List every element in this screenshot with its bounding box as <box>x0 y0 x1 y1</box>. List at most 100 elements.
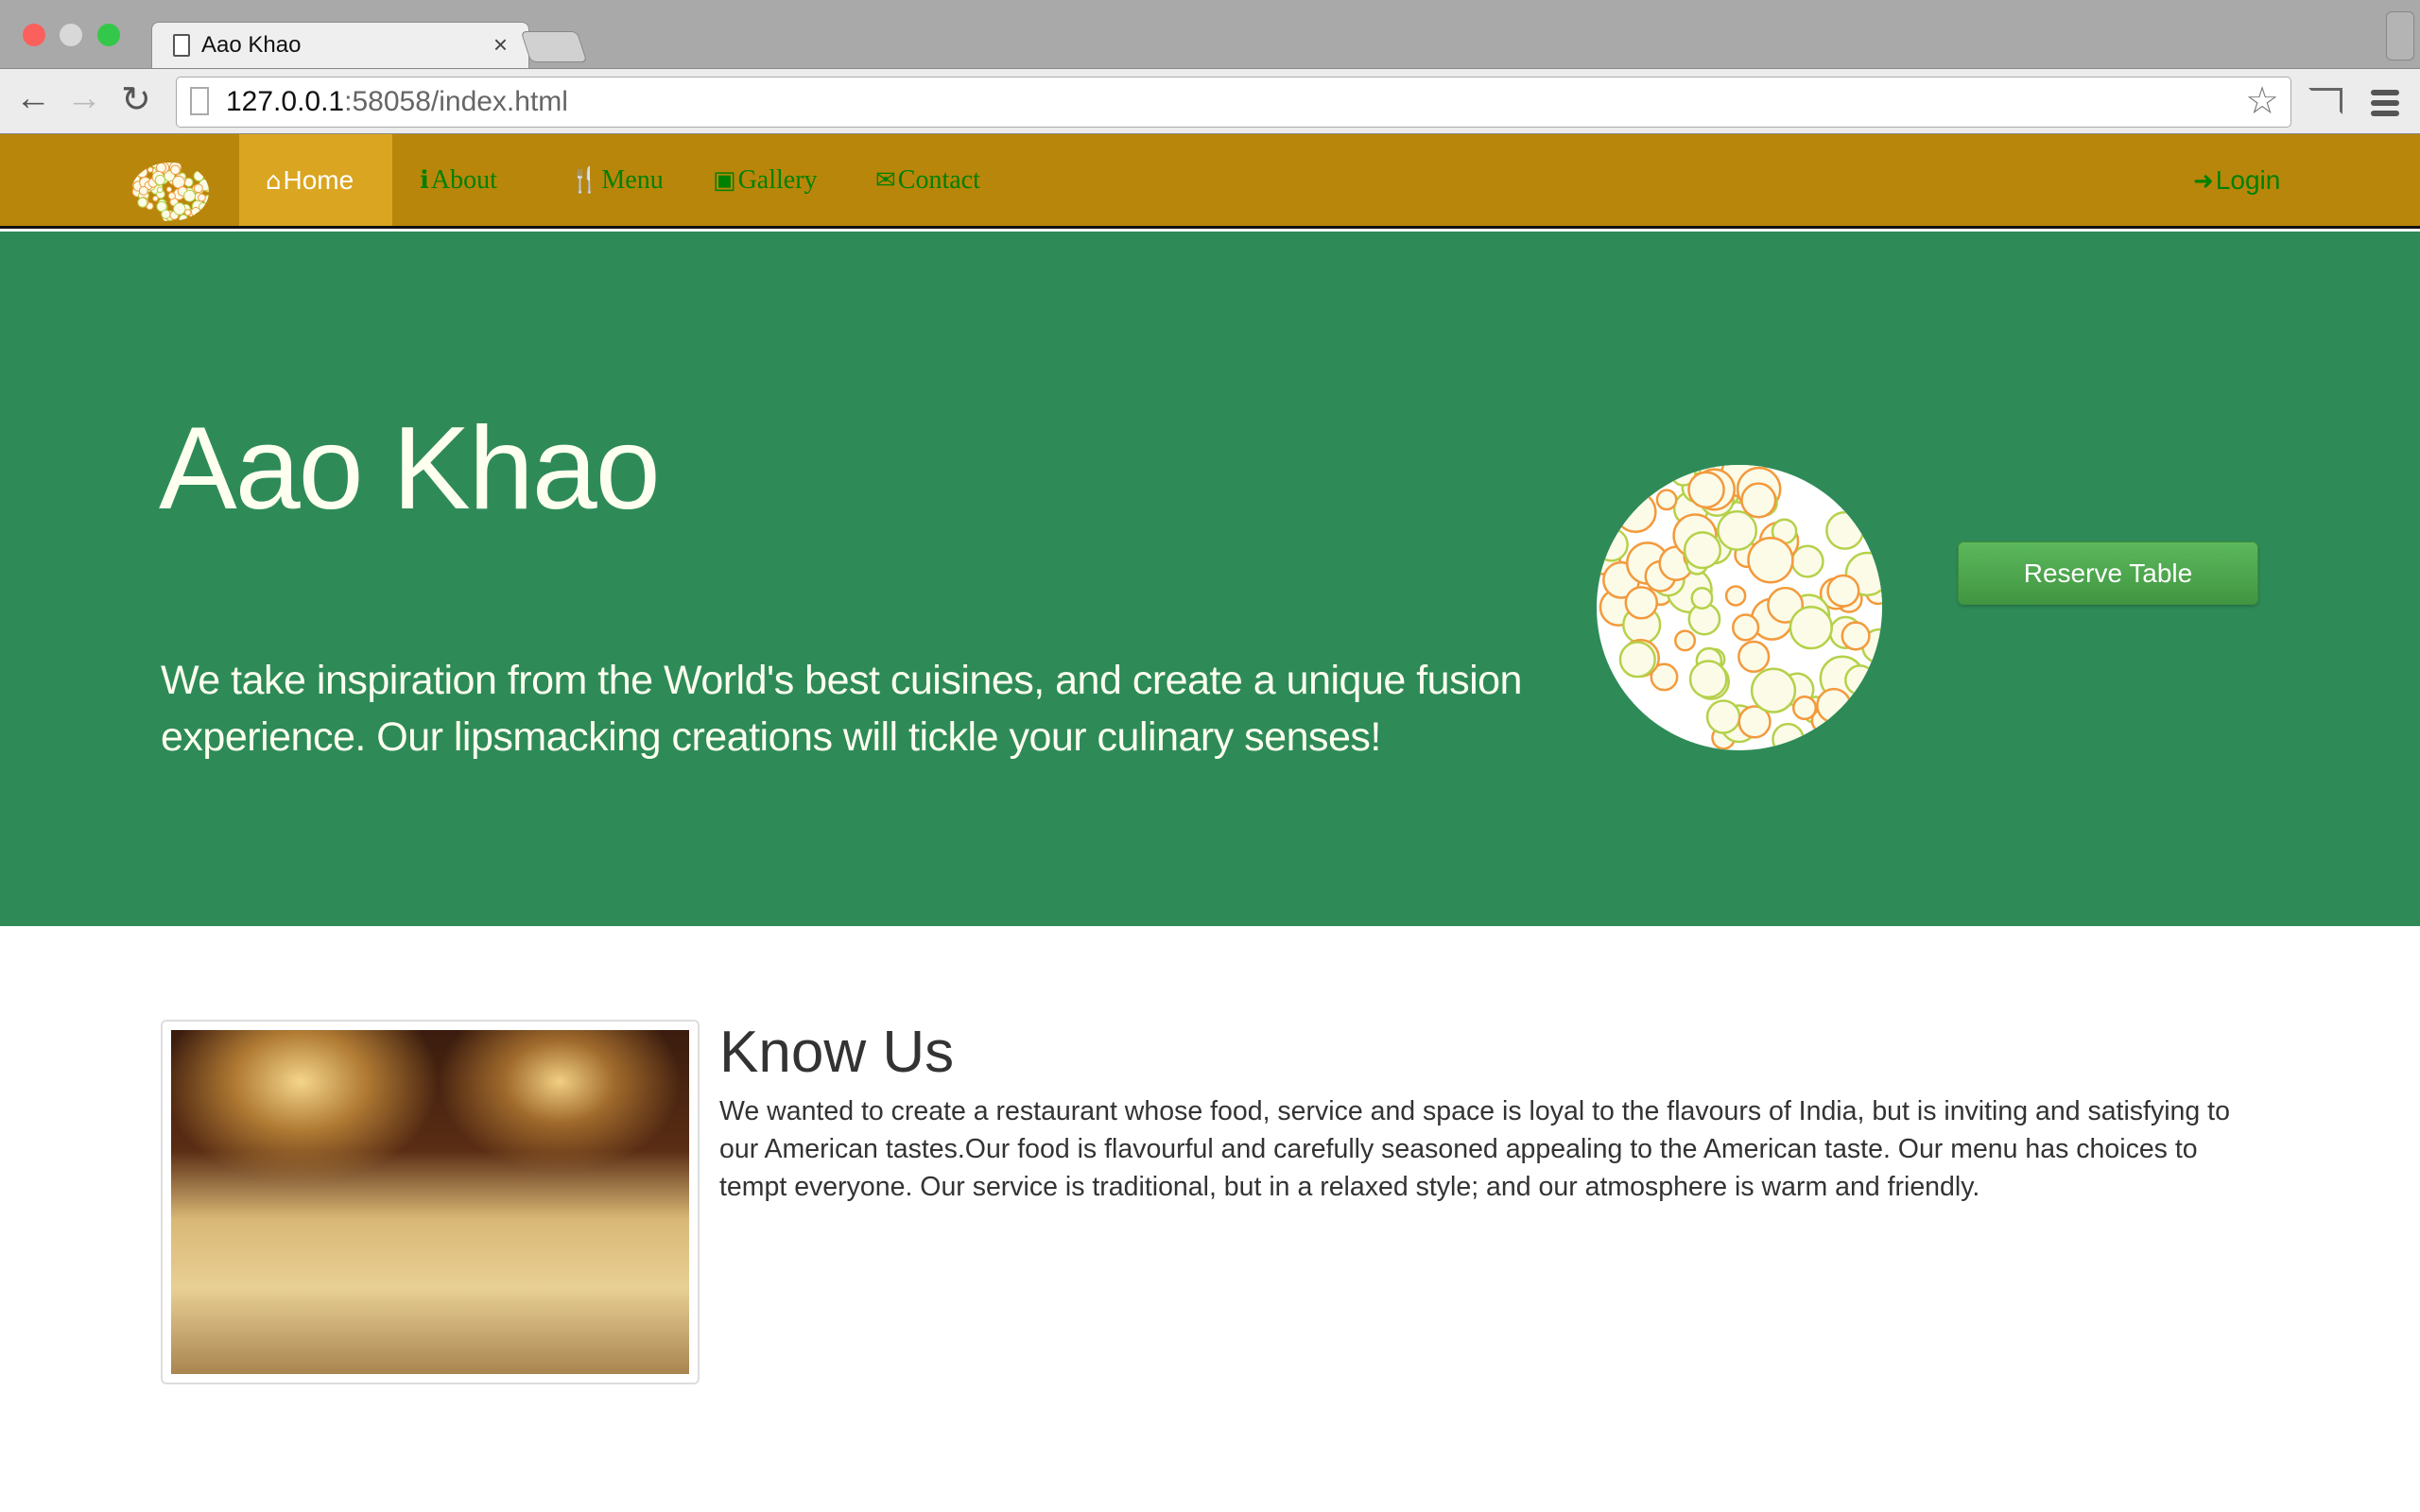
page-icon <box>173 34 190 57</box>
citrus-slice <box>1606 471 1644 509</box>
browser-tab[interactable]: Aao Khao × <box>151 22 529 69</box>
citrus-slice <box>184 209 192 216</box>
url-host: 127.0.0.1 <box>226 86 345 117</box>
cast-icon[interactable] <box>2308 88 2342 114</box>
site-navbar: ⌂Home ℹAbout 🍴Menu ▣Gallery ✉Contact ➜Lo… <box>0 134 2420 229</box>
dining-table-image <box>171 1030 689 1374</box>
citrus-slice <box>152 195 159 202</box>
citrus-slice <box>193 183 203 194</box>
home-icon: ⌂ <box>266 167 282 196</box>
page-icon <box>190 87 209 115</box>
citrus-slice <box>154 174 166 186</box>
know-us-text: We wanted to create a restaurant whose f… <box>719 1096 2230 1202</box>
reserve-table-button[interactable]: Reserve Table <box>1958 541 2258 605</box>
citrus-slice <box>1731 613 1760 642</box>
citrus-slice <box>196 163 203 171</box>
nav-label: Menu <box>601 165 664 195</box>
hero-text: We take inspiration from the World's bes… <box>161 658 1522 760</box>
login-icon: ➜ <box>2193 167 2214 196</box>
citrus-slice <box>1789 606 1833 650</box>
envelope-icon: ✉ <box>875 166 896 195</box>
reload-icon[interactable]: ↻ <box>121 78 151 121</box>
nav-about[interactable]: ℹAbout <box>420 134 497 226</box>
nav-contact[interactable]: ✉Contact <box>875 134 980 226</box>
citrus-slice <box>1737 640 1771 674</box>
citrus-slice <box>1690 587 1714 610</box>
citrus-slice <box>165 186 173 193</box>
citrus-slice <box>1614 490 1657 534</box>
logo[interactable] <box>131 163 209 221</box>
url-path: :58058/index.html <box>344 86 568 117</box>
citrus-slice <box>1598 719 1624 747</box>
know-us-title: Know Us <box>719 1020 955 1085</box>
citrus-slice <box>1740 482 1777 519</box>
minimize-window-button[interactable] <box>60 24 82 46</box>
browser-toolbar: ← → ↻ 127.0.0.1:58058/index.html ☆ <box>0 68 2420 134</box>
citrus-slice <box>1597 527 1629 562</box>
citrus-slice <box>201 209 209 219</box>
picture-icon: ▣ <box>713 166 736 195</box>
hero-title: Aao Khao <box>159 404 661 534</box>
nav-label: Contact <box>897 165 980 195</box>
citrus-slice <box>137 197 148 208</box>
nav-login[interactable]: ➜Login <box>2193 134 2280 226</box>
citrus-slice <box>1688 660 1728 699</box>
profile-icon[interactable] <box>2386 11 2414 60</box>
citrus-slice <box>201 163 209 167</box>
citrus-slice <box>1856 700 1882 735</box>
maximize-window-button[interactable] <box>97 24 120 46</box>
citrus-slice <box>170 164 181 176</box>
nav-home[interactable]: ⌂Home <box>239 134 392 226</box>
citrus-slice <box>1841 621 1871 651</box>
nav-label: Home <box>283 165 354 195</box>
citrus-slice <box>1772 722 1805 750</box>
info-icon: ℹ <box>420 166 429 195</box>
citrus-slice <box>132 215 143 221</box>
citrus-slice <box>131 163 138 171</box>
citrus-slice <box>1674 629 1697 652</box>
citrus-slice <box>1597 475 1620 502</box>
citrus-slice <box>1836 476 1860 501</box>
citrus-slice <box>1826 574 1860 608</box>
forward-icon[interactable]: → <box>66 78 102 119</box>
citrus-slice <box>1825 510 1865 550</box>
citrus-slice <box>183 189 197 202</box>
citrus-slice <box>198 193 206 202</box>
citrus-slice <box>1816 687 1852 724</box>
citrus-slice <box>198 202 208 212</box>
address-bar[interactable]: 127.0.0.1:58058/index.html ☆ <box>176 77 2291 128</box>
citrus-slice <box>147 166 154 173</box>
citrus-slice <box>1597 467 1620 498</box>
citrus-slice <box>1791 695 1818 721</box>
citrus-slice <box>1747 537 1794 584</box>
citrus-slice <box>1597 692 1611 718</box>
bookmark-star-icon[interactable]: ☆ <box>2245 79 2279 123</box>
citrus-slice <box>1855 465 1882 482</box>
citrus-slice <box>179 214 188 221</box>
citrus-slice <box>1687 471 1725 509</box>
citrus-slice <box>1844 664 1876 696</box>
citrus-image <box>1597 465 1882 750</box>
nav-gallery[interactable]: ▣Gallery <box>713 134 818 226</box>
browser-menu-icon[interactable] <box>2371 90 2399 121</box>
cutlery-icon: 🍴 <box>569 166 600 195</box>
nav-menu[interactable]: 🍴Menu <box>569 134 664 226</box>
citrus-slice <box>131 214 139 221</box>
url-text: 127.0.0.1:58058/index.html <box>226 86 568 118</box>
citrus-slice <box>1624 586 1659 620</box>
citrus-slice <box>1724 585 1747 607</box>
back-icon[interactable]: ← <box>15 78 51 119</box>
citrus-slice <box>1683 531 1722 570</box>
citrus-slice <box>131 163 138 171</box>
citrus-slice <box>131 208 136 216</box>
new-tab-button[interactable] <box>520 31 588 62</box>
nav-label: Login <box>2215 165 2281 195</box>
close-window-button[interactable] <box>23 24 45 46</box>
citrus-slice <box>1717 509 1758 551</box>
citrus-slice <box>167 192 176 200</box>
citrus-slice <box>161 209 171 219</box>
citrus-slice <box>135 165 148 179</box>
restaurant-photo <box>161 1020 700 1384</box>
close-tab-icon[interactable]: × <box>493 30 508 60</box>
citrus-slice <box>1655 489 1678 511</box>
